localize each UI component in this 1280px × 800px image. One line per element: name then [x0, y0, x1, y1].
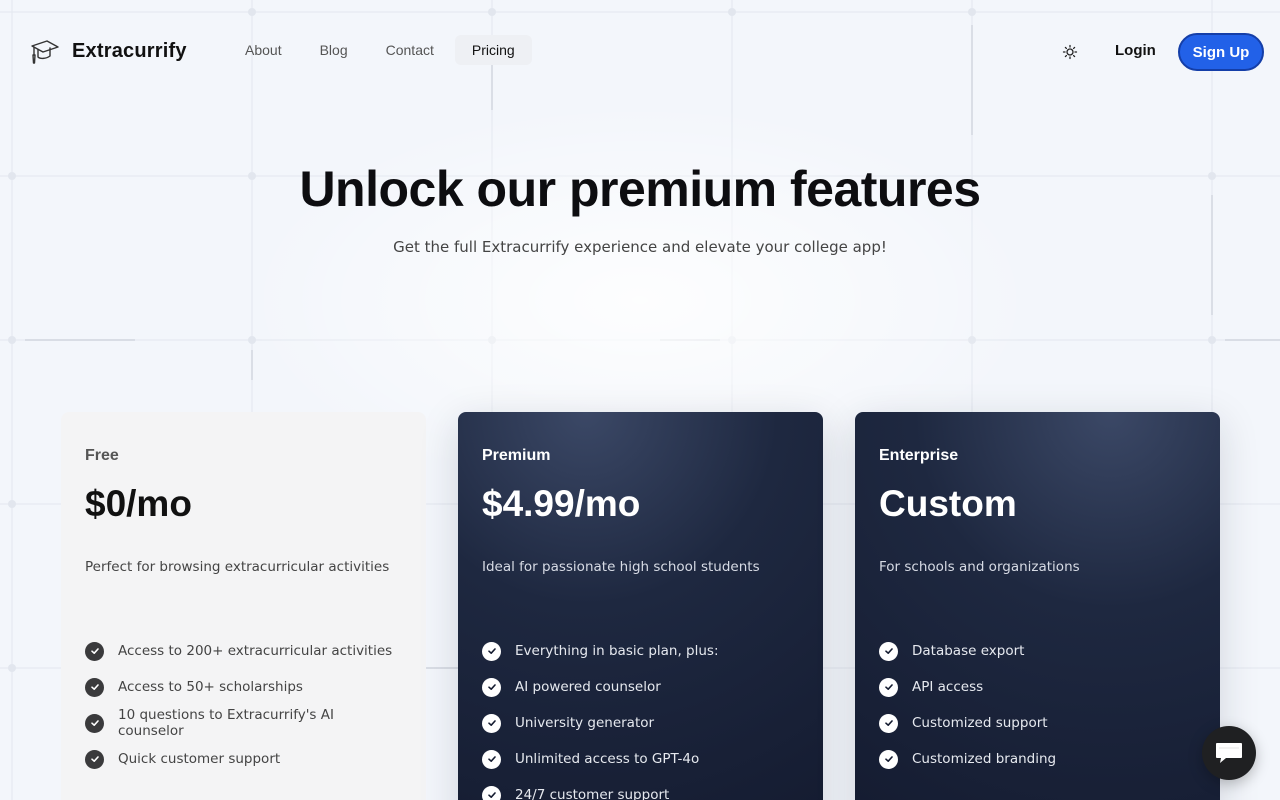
plan-card-enterprise: Enterprise Custom For schools and organi…	[855, 412, 1220, 800]
feature-item: Access to 50+ scholarships	[85, 669, 402, 705]
plan-name: Enterprise	[879, 447, 959, 464]
plan-description: Ideal for passionate high school student…	[482, 559, 760, 575]
main-nav: About Blog Contact Pricing	[228, 35, 532, 65]
page-subtitle: Get the full Extracurrify experience and…	[393, 238, 887, 256]
feature-item: API access	[879, 669, 1196, 705]
check-icon	[85, 749, 104, 769]
feature-label: University generator	[515, 715, 655, 731]
feature-item: Access to 200+ extracurricular activitie…	[85, 633, 402, 669]
feature-label: AI powered counselor	[515, 679, 661, 695]
check-icon	[85, 713, 104, 733]
feature-label: Customized branding	[912, 751, 1057, 767]
feature-item: AI powered counselor	[482, 669, 799, 705]
check-icon	[85, 677, 104, 697]
feature-list: Database export API access Customized su…	[879, 633, 1196, 777]
plan-description: Perfect for browsing extracurricular act…	[85, 559, 390, 575]
plan-price: $0/mo	[85, 483, 192, 524]
feature-item: Unlimited access to GPT-4o	[482, 741, 799, 777]
plan-price: $4.99/mo	[482, 483, 641, 524]
feature-item: University generator	[482, 705, 799, 741]
feature-label: Access to 50+ scholarships	[118, 679, 303, 695]
feature-item: Everything in basic plan, plus:	[482, 633, 799, 669]
feature-label: Customized support	[912, 715, 1048, 731]
nav-contact[interactable]: Contact	[369, 35, 451, 65]
plan-card-free: Free $0/mo Perfect for browsing extracur…	[61, 412, 426, 800]
check-icon	[482, 749, 501, 769]
chat-bubble-icon	[1216, 743, 1242, 763]
check-icon	[482, 677, 501, 697]
feature-item: 24/7 customer support	[482, 777, 799, 800]
brand-logo[interactable]: Extracurrify	[30, 36, 187, 66]
check-icon	[879, 641, 898, 661]
feature-label: Unlimited access to GPT-4o	[515, 751, 700, 767]
login-button[interactable]: Login	[1115, 42, 1156, 59]
feature-item: Customized support	[879, 705, 1196, 741]
feature-label: Quick customer support	[118, 751, 281, 767]
feature-label: 10 questions to Extracurrify's AI counse…	[118, 707, 334, 739]
check-icon	[482, 641, 501, 661]
chat-button[interactable]	[1202, 726, 1256, 780]
feature-label: API access	[912, 679, 984, 695]
check-icon	[879, 713, 898, 733]
plan-card-premium: Premium $4.99/mo Ideal for passionate hi…	[458, 412, 823, 800]
feature-item: Customized branding	[879, 741, 1196, 777]
feature-label: 24/7 customer support	[515, 787, 670, 800]
graduation-cap-icon	[31, 40, 59, 64]
feature-list: Access to 200+ extracurricular activitie…	[85, 633, 402, 777]
plan-name: Premium	[482, 447, 551, 464]
plan-price: Custom	[879, 483, 1017, 524]
feature-item: Quick customer support	[85, 741, 402, 777]
nav-pricing[interactable]: Pricing	[454, 35, 532, 65]
nav-about[interactable]: About	[228, 35, 299, 65]
plan-description: For schools and organizations	[879, 559, 1080, 575]
feature-label: Database export	[912, 643, 1025, 659]
page-title: Unlock our premium features	[299, 161, 981, 217]
brand-name: Extracurrify	[72, 39, 187, 62]
check-icon	[879, 677, 898, 697]
site-header: Extracurrify About Blog Contact Pricing …	[0, 0, 1280, 104]
sun-icon[interactable]	[1060, 42, 1080, 62]
nav-blog[interactable]: Blog	[303, 35, 365, 65]
check-icon	[482, 785, 501, 800]
feature-item: 10 questions to Extracurrify's AI counse…	[85, 705, 402, 741]
check-icon	[879, 749, 898, 769]
feature-label: Everything in basic plan, plus:	[515, 643, 719, 659]
check-icon	[85, 641, 104, 661]
feature-list: Everything in basic plan, plus: AI power…	[482, 633, 799, 800]
feature-label: Access to 200+ extracurricular activitie…	[118, 643, 393, 659]
feature-item: Database export	[879, 633, 1196, 669]
plan-name: Free	[85, 447, 119, 464]
check-icon	[482, 713, 501, 733]
signup-button[interactable]: Sign Up	[1178, 33, 1264, 71]
